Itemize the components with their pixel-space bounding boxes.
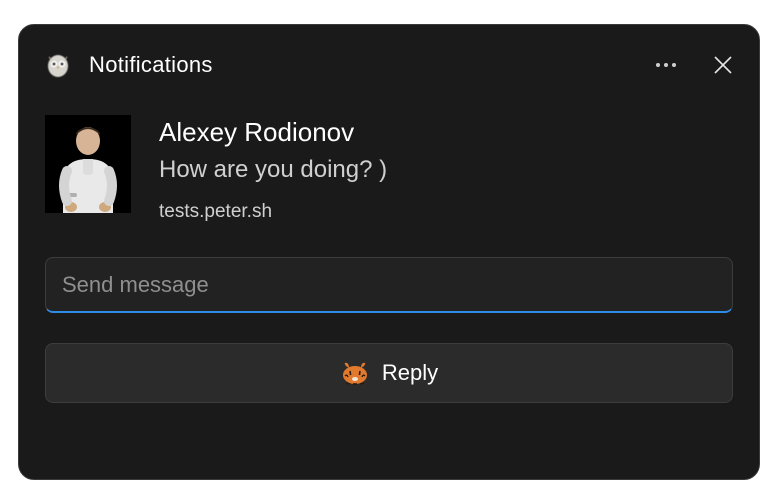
tiger-icon — [340, 360, 370, 386]
notification-toast: Notifications — [18, 24, 760, 480]
source-domain: tests.peter.sh — [159, 201, 387, 223]
reply-button-label: Reply — [382, 360, 438, 386]
close-icon[interactable] — [713, 55, 733, 75]
notification-text: Alexey Rodionov How are you doing? ) tes… — [159, 115, 387, 223]
message-input[interactable] — [45, 257, 733, 313]
toast-header: Notifications — [19, 25, 759, 85]
avatar — [45, 115, 131, 213]
sender-name: Alexey Rodionov — [159, 117, 387, 148]
input-row — [19, 223, 759, 313]
notification-content: Alexey Rodionov How are you doing? ) tes… — [19, 85, 759, 223]
app-title: Notifications — [89, 52, 213, 78]
more-horizontal-icon[interactable] — [653, 55, 679, 75]
message-body: How are you doing? ) — [159, 154, 387, 185]
reply-button[interactable]: Reply — [45, 343, 733, 403]
owl-icon — [45, 52, 71, 78]
button-row: Reply — [19, 313, 759, 403]
header-actions — [653, 55, 733, 75]
